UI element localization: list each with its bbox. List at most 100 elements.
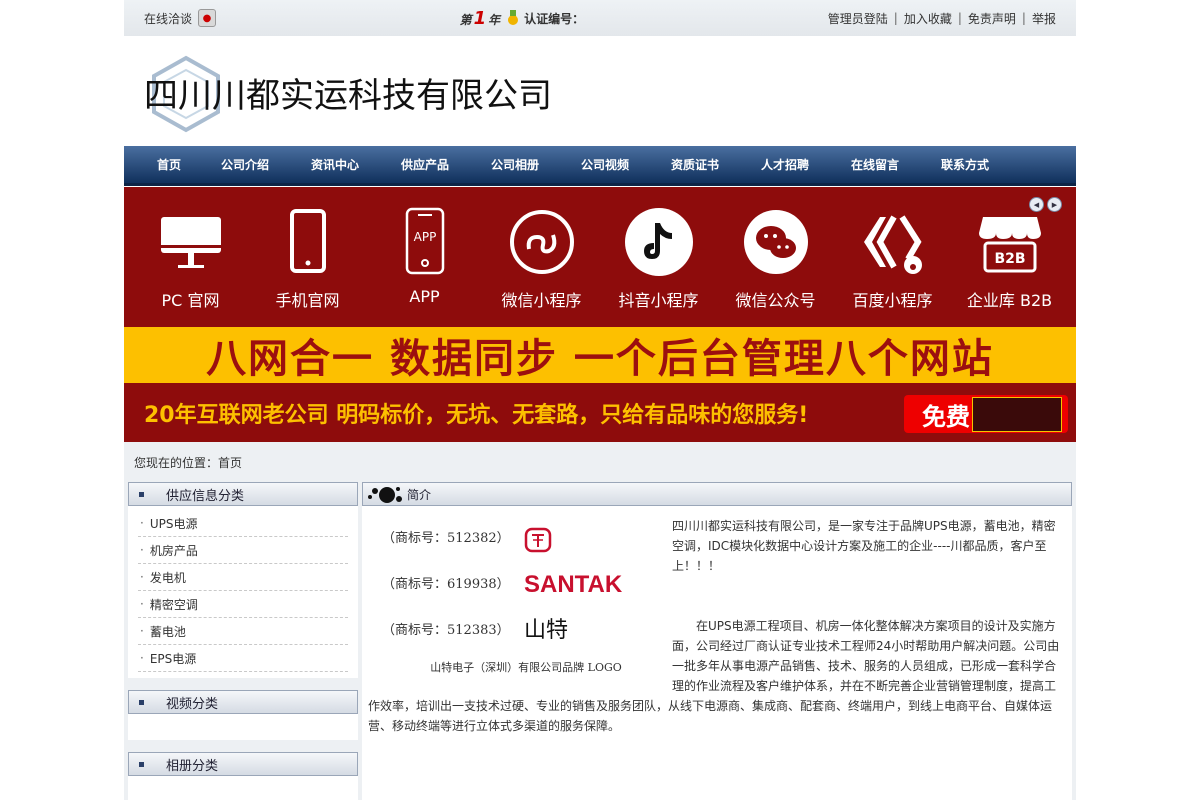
medal-icon [506,10,519,26]
service-pc: PC 官网 [136,187,246,311]
wechat-icon [743,210,808,274]
prev-slide-button[interactable]: ◀ [1029,197,1044,212]
nav-certificates[interactable]: 资质证书 [650,156,740,173]
video-category-box: 视频分类 [128,690,358,740]
disclaimer-link[interactable]: 免责声明 [968,10,1016,27]
content-area: 供应信息分类 UPS电源 机房产品 发电机 精密空调 蓄电池 EPS电源 视频分… [124,482,1076,802]
service-miniprogram: 微信小程序 [487,187,597,311]
album-category-title: 相册分类 [166,758,219,774]
trademark-number: （商标号：512383） [382,623,510,638]
site-header: 四川川都实运科技有限公司 [124,36,1076,146]
report-link[interactable]: 举报 [1032,10,1056,27]
certification-info: 第1年 认证编号： [460,8,585,29]
supply-category-header: 供应信息分类 [128,482,358,506]
banner-headline-strip: 八网合一 数据同步 一个后台管理八个网站 [124,327,1076,383]
top-links: 管理员登陆 | 加入收藏 | 免责声明 | 举报 [828,10,1056,27]
main-nav: 首页 公司介绍 资讯中心 供应产品 公司相册 公司视频 资质证书 人才招聘 在线… [124,146,1076,186]
cert-label: 认证编号： [524,11,585,26]
year-suffix: 年 [488,12,501,27]
nav-news[interactable]: 资讯中心 [290,156,380,173]
nav-video[interactable]: 公司视频 [560,156,650,173]
service-label: 企业库 B2B [966,291,1053,310]
free-label: 免费 [922,402,970,431]
shante-logo: 山特 [524,618,569,643]
category-eps[interactable]: EPS电源 [138,645,348,672]
brand-row: （商标号：512383） 山特 [368,608,664,654]
service-app: APP APP [370,187,480,306]
nav-jobs[interactable]: 人才招聘 [740,156,830,173]
next-slide-button[interactable]: ▶ [1047,197,1062,212]
online-chat[interactable]: 在线洽谈 ● [144,9,217,27]
douyin-icon [624,208,693,276]
album-category-box: 相册分类 [128,752,358,802]
category-precision-ac[interactable]: 精密空调 [138,591,348,618]
video-category-list [128,714,358,740]
banner-slogan-strip: 20年互联网老公司 明码标价，无坑、无套路，只给有品味的您服务! 免费 [124,383,1076,442]
intro-header: 简介 [362,482,1072,506]
bullet-square-icon [139,491,144,497]
santak-logo: SANTAK [524,571,623,598]
baidu-icon [863,215,922,274]
category-battery[interactable]: 蓄电池 [138,618,348,645]
service-label: PC 官网 [161,291,220,310]
trademark-emblem-icon [524,527,552,553]
service-label: APP [409,287,440,306]
banner-pager: ◀ ▶ [1029,197,1062,212]
banner-headline: 八网合一 数据同步 一个后台管理八个网站 [206,336,994,382]
service-label: 微信公众号 [735,291,816,310]
sidebar: 供应信息分类 UPS电源 机房产品 发电机 精密空调 蓄电池 EPS电源 视频分… [128,482,358,802]
year-prefix: 第 [459,12,472,27]
banner-services: PC 官网 手机官网 APP APP 微信小程序 抖音小程序 微信公众号 百度小… [124,187,1076,327]
nav-contact[interactable]: 联系方式 [920,156,1010,173]
album-category-list [128,776,358,802]
service-label: 百度小程序 [852,291,933,310]
free-badge: 免费 [904,395,1068,433]
nav-album[interactable]: 公司相册 [470,156,560,173]
online-chat-label[interactable]: 在线洽谈 [144,10,192,27]
b2b-icon: B2B [978,217,1041,273]
banner-slogan: 20年互联网老公司 明码标价，无坑、无套路，只给有品味的您服务! [144,402,809,428]
nav-guestbook[interactable]: 在线留言 [830,156,920,173]
admin-login-link[interactable]: 管理员登陆 [828,10,888,27]
divider: | [957,11,962,25]
divider: | [1021,11,1026,25]
top-bar: 在线洽谈 ● 第1年 认证编号： 管理员登陆 | 加入收藏 | 免责声明 | 举… [124,0,1076,36]
promo-banner[interactable]: PC 官网 手机官网 APP APP 微信小程序 抖音小程序 微信公众号 百度小… [124,187,1076,442]
intro-body: （商标号：512382） （商标号：619938） SANTAK （商标号：51… [362,506,1072,736]
bullet-square-icon [139,761,144,767]
service-douyin: 抖音小程序 [604,187,714,311]
svg-text:B2B: B2B [994,251,1025,267]
year-badge: 第1年 [460,8,501,29]
qq-icon[interactable]: ● [198,9,217,27]
category-generator[interactable]: 发电机 [138,564,348,591]
video-category-title: 视频分类 [166,696,219,712]
nav-about[interactable]: 公司介绍 [200,156,290,173]
svg-text:APP: APP [413,230,436,244]
category-room-products[interactable]: 机房产品 [138,537,348,564]
service-label: 手机官网 [275,291,340,310]
service-mobile: 手机官网 [253,187,363,311]
bullet-square-icon [139,699,144,705]
intro-panel: 简介 （商标号：512382） （商标号：619938） SANTAK （商标号… [362,482,1072,800]
breadcrumb: 您现在的位置：首页 [124,442,1076,482]
divider: | [893,11,898,25]
supply-category-box: 供应信息分类 UPS电源 机房产品 发电机 精密空调 蓄电池 EPS电源 [128,482,358,678]
nav-products[interactable]: 供应产品 [380,156,470,173]
trademark-number: （商标号：512382） [382,531,510,546]
video-category-header: 视频分类 [128,690,358,714]
brand-caption: 山特电子（深圳）有限公司品牌 LOGO [430,661,622,674]
page-wrapper: 在线洽谈 ● 第1年 认证编号： 管理员登陆 | 加入收藏 | 免责声明 | 举… [124,0,1076,802]
supply-category-list: UPS电源 机房产品 发电机 精密空调 蓄电池 EPS电源 [128,506,358,678]
supply-category-title: 供应信息分类 [166,488,245,504]
album-category-header: 相册分类 [128,752,358,776]
ink-splash-icon [368,487,402,503]
service-baidu: 百度小程序 [838,187,948,311]
category-ups[interactable]: UPS电源 [138,510,348,537]
brand-logos: （商标号：512382） （商标号：619938） SANTAK （商标号：51… [368,516,664,696]
mobile-icon [289,209,326,273]
nav-home[interactable]: 首页 [138,156,200,173]
service-wechat: 微信公众号 [721,187,831,311]
add-favorite-link[interactable]: 加入收藏 [904,10,952,27]
